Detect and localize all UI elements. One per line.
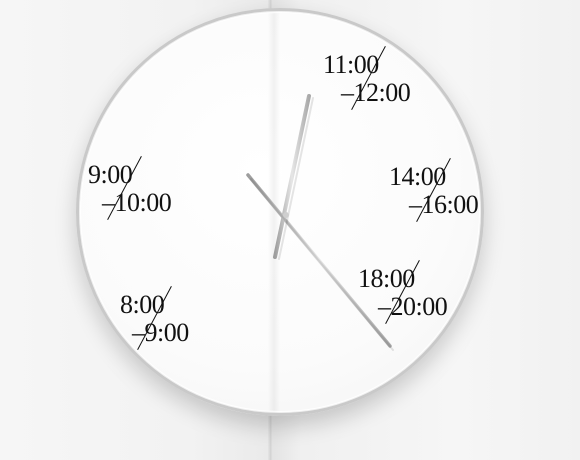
minute-hand-shadow xyxy=(250,178,394,351)
hour-hand xyxy=(273,94,311,259)
clock-hands xyxy=(246,94,394,351)
clock-center-pin xyxy=(283,212,289,218)
